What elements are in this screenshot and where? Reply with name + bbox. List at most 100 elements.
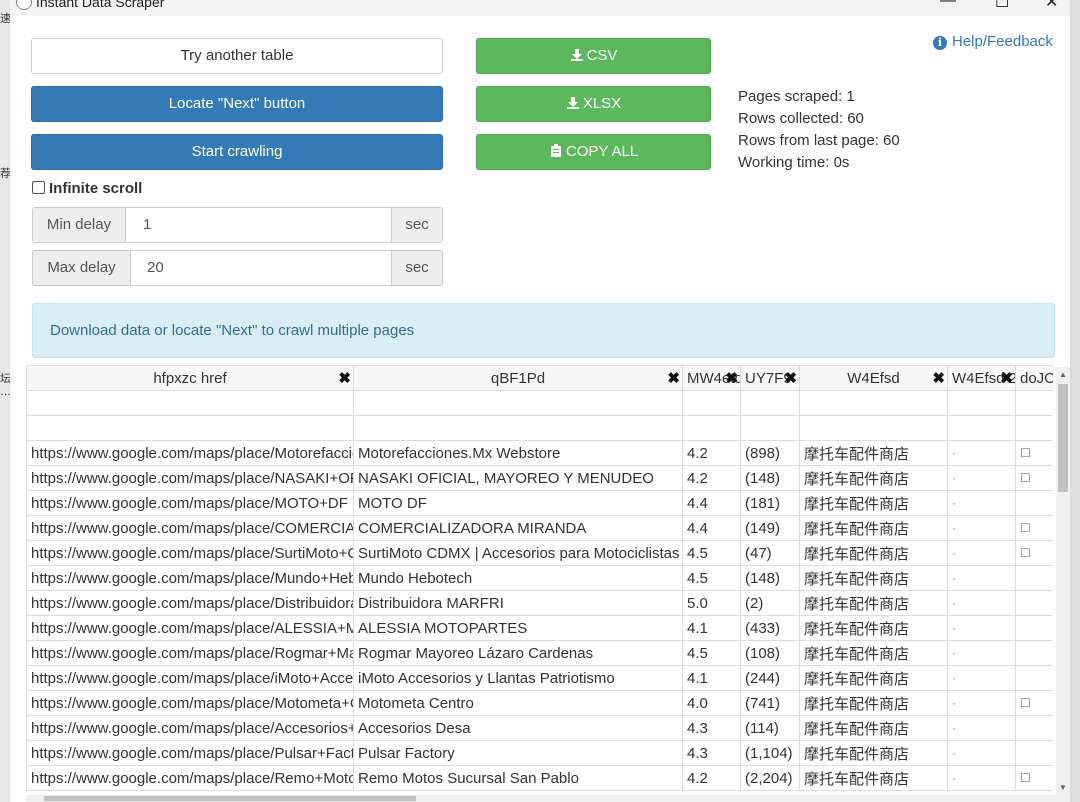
remove-column-icon[interactable]: ✖ [338,369,351,387]
infinite-scroll-checkbox[interactable]: Infinite scroll [32,180,142,197]
remove-column-icon[interactable]: ✖ [1000,369,1013,387]
table-cell: Pulsar Factory [353,740,683,766]
info-alert: Download data or locate "Next" to crawl … [32,303,1055,358]
scrollbar-thumb[interactable] [1058,384,1068,492]
scrollbar-thumb[interactable] [44,796,416,801]
info-icon: i [933,36,947,50]
table-cell: · [947,690,1016,716]
table-cell: NASAKI OFICIAL, MAYOREO Y MENUDEO [353,465,683,491]
csv-label: CSV [586,47,618,64]
table-cell: SurtiMoto CDMX | Accesorios para Motocic… [353,540,683,566]
table-cell: · [947,540,1016,566]
copy-all-button[interactable]: COPY ALL [476,134,711,170]
table-row: https://www.google.com/maps/place/iMoto+… [26,665,1053,691]
table-row: https://www.google.com/maps/place/MOTO+D… [26,490,1053,516]
table-cell: 摩托车配件商店 [799,490,948,516]
table-cell [1015,715,1053,741]
table-cell: · [947,515,1016,541]
try-another-table-button[interactable]: Try another table [31,38,443,74]
table-cell [799,390,948,416]
table-cell [1015,390,1053,416]
vertical-scrollbar[interactable]: ▲ ▼ [1056,367,1070,795]
table-cell [353,390,683,416]
table-cell: 4.1 [682,615,741,641]
remove-column-icon[interactable]: ✖ [784,369,797,387]
table-row: https://www.google.com/maps/place/Distri… [26,590,1053,616]
table-cell: https://www.google.com/maps/place/COMERC… [26,515,354,541]
table-cell: https://www.google.com/maps/place/Motome… [26,690,354,716]
table-row: https://www.google.com/maps/place/Remo+M… [26,765,1053,791]
column-header: MW4etd ✖ [682,365,741,391]
table-cell: 摩托车配件商店 [799,765,948,791]
table-cell: ☐ [1015,440,1053,466]
max-delay-unit: sec [391,251,442,285]
table-cell: (47) [740,540,800,566]
table-row: https://www.google.com/maps/place/Mundo+… [26,565,1053,591]
close-icon[interactable]: ✕ [1045,0,1058,12]
table-cell: 摩托车配件商店 [799,515,948,541]
table-cell: ☐ [1015,690,1053,716]
window-title: Instant Data Scraper [36,0,165,10]
table-cell: 摩托车配件商店 [799,540,948,566]
table-cell: ☐ [1015,465,1053,491]
table-cell: · [947,465,1016,491]
table-cell: · [947,590,1016,616]
table-cell: 4.3 [682,715,741,741]
minimize-icon[interactable]: — [940,0,956,10]
maximize-icon[interactable]: ☐ [995,0,1009,12]
table-cell: ☐ [1015,765,1053,791]
table-cell [1015,590,1053,616]
table-cell: · [947,715,1016,741]
help-label: Help/Feedback [952,33,1053,50]
locate-next-button[interactable]: Locate "Next" button [31,86,443,122]
background-window-edge-right [1070,0,1080,802]
table-cell: Distribuidora MARFRI [353,590,683,616]
min-delay-input[interactable]: 1 [143,208,383,242]
working-time: Working time: 0s [738,154,850,171]
column-header-label: hfpxzc href [153,369,227,387]
table-cell: https://www.google.com/maps/place/iMoto+… [26,665,354,691]
max-delay-input[interactable]: 20 [147,251,387,285]
xlsx-label: XLSX [582,95,622,112]
remove-column-icon[interactable]: ✖ [667,369,680,387]
xlsx-button[interactable]: XLSX [476,86,711,122]
rows-collected: Rows collected: 60 [738,110,864,127]
help-feedback-link[interactable]: i Help/Feedback [933,33,1053,50]
table-cell [1015,740,1053,766]
csv-button[interactable]: CSV [476,38,711,74]
table-cell: 5.0 [682,590,741,616]
background-window-edge: 速 荐 坛 … [0,0,11,802]
table-cell: COMERCIALIZADORA MIRANDA [353,515,683,541]
table-cell: Remo Motos Sucursal San Pablo [353,765,683,791]
remove-column-icon[interactable]: ✖ [932,369,945,387]
table-cell [1015,490,1053,516]
checkbox-box[interactable] [32,181,45,194]
results-table-container[interactable]: hfpxzc href ✖ qBF1Pd ✖ MW4etd ✖ UY7F9 ✖ W4Ef… [26,365,1053,795]
table-cell: (148) [740,465,800,491]
scroll-up-icon[interactable]: ▲ [1059,370,1067,379]
table-cell [1015,415,1053,441]
max-delay-label: Max delay [33,251,131,285]
table-cell: 4.4 [682,515,741,541]
rows-last-page: Rows from last page: 60 [738,132,900,149]
start-crawling-button[interactable]: Start crawling [31,134,443,170]
scroll-down-icon[interactable]: ▼ [1059,783,1067,792]
column-header: qBF1Pd ✖ [353,365,683,391]
remove-column-icon[interactable]: ✖ [725,369,738,387]
table-cell: · [947,765,1016,791]
column-header: W4Efsd ✖ [799,365,948,391]
horizontal-scrollbar[interactable] [26,795,1070,802]
table-cell: ALESSIA MOTOPARTES [353,615,683,641]
table-cell [682,390,741,416]
table-cell [682,415,741,441]
table-cell [26,390,354,416]
table-cell: (108) [740,640,800,666]
table-cell: · [947,440,1016,466]
table-cell: 摩托车配件商店 [799,740,948,766]
table-cell: Motorefacciones.Mx Webstore [353,440,683,466]
table-cell: (149) [740,515,800,541]
table-cell [740,390,800,416]
table-cell: (148) [740,565,800,591]
table-cell [1015,615,1053,641]
table-cell [799,415,948,441]
